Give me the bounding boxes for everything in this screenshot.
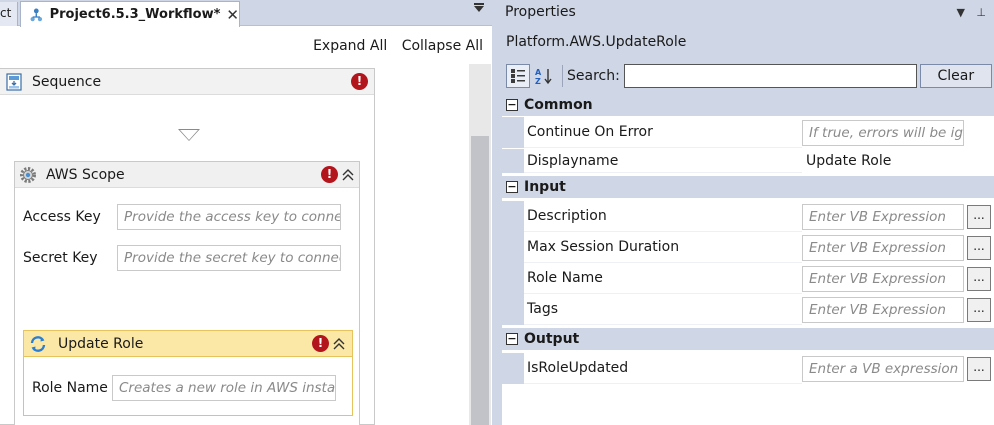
max-session-duration-input[interactable]: Enter VB Expression xyxy=(802,234,964,261)
tab-dropdown-icon[interactable] xyxy=(474,6,484,12)
aws-scope-title: AWS Scope xyxy=(46,166,125,183)
gear-icon xyxy=(20,166,36,183)
category-output[interactable]: − Output xyxy=(502,328,994,350)
access-key-input[interactable]: Provide the access key to connect xyxy=(117,204,341,230)
collapse-minus-icon[interactable]: − xyxy=(506,181,518,193)
sequence-activity[interactable]: Sequence ! AWS Scope ! Access Key Provid… xyxy=(0,68,375,425)
panel-dropdown-icon[interactable]: ▼ xyxy=(956,6,964,19)
sequence-icon xyxy=(6,72,22,91)
pin-icon[interactable]: ⊥ xyxy=(976,6,986,19)
property-name: Max Session Duration xyxy=(524,232,802,263)
property-name: Tags xyxy=(524,294,802,325)
collapse-chevron-icon[interactable] xyxy=(332,336,346,352)
panel-splitter[interactable] xyxy=(492,0,502,425)
svg-text:A: A xyxy=(535,68,542,77)
role-name-ellipsis-button[interactable]: ... xyxy=(967,266,991,291)
tags-ellipsis-button[interactable]: ... xyxy=(967,297,991,322)
property-row-displayname: Displayname Update Role xyxy=(502,149,994,173)
category-label: Output xyxy=(524,331,580,347)
property-row-is-role-updated: IsRoleUpdated Enter a VB expression ... xyxy=(502,353,994,384)
continue-on-error-input[interactable]: If true, errors will be ignored xyxy=(802,119,964,146)
property-name: Displayname xyxy=(524,149,802,173)
property-row-tags: Tags Enter VB Expression ... xyxy=(502,294,994,325)
close-icon[interactable]: ✕ xyxy=(226,6,239,24)
role-name-input[interactable]: Creates a new role in AWS instance xyxy=(112,375,336,401)
access-key-label: Access Key xyxy=(23,209,101,225)
drop-target-arrow-icon[interactable] xyxy=(178,129,200,141)
description-ellipsis-button[interactable]: ... xyxy=(967,204,991,229)
aws-scope-header[interactable]: AWS Scope ! xyxy=(15,162,359,188)
properties-panel-title: Properties xyxy=(505,4,576,20)
properties-toolbar: A Z Search: Clear xyxy=(506,62,994,90)
role-name-row: Role Name Creates a new role in AWS inst… xyxy=(32,375,336,401)
property-grid: − Common Continue On Error If true, erro… xyxy=(502,94,994,425)
sequence-header[interactable]: Sequence ! xyxy=(0,69,374,95)
description-input[interactable]: Enter VB Expression xyxy=(802,203,964,230)
property-name: Continue On Error xyxy=(524,117,802,148)
property-name: Description xyxy=(524,201,802,232)
secret-key-label: Secret Key xyxy=(23,250,98,266)
category-label: Common xyxy=(524,97,593,113)
categorized-icon xyxy=(511,69,525,83)
expand-all-link[interactable]: Expand All xyxy=(313,38,387,54)
clear-button[interactable]: Clear xyxy=(919,64,992,88)
category-common[interactable]: − Common xyxy=(502,94,994,116)
property-row-description: Description Enter VB Expression ... xyxy=(502,201,994,232)
update-role-header[interactable]: Update Role ! xyxy=(24,331,352,357)
refresh-icon xyxy=(30,335,46,352)
svg-text:Z: Z xyxy=(535,77,541,85)
workflow-icon xyxy=(30,8,43,21)
tags-input[interactable]: Enter VB Expression xyxy=(802,296,964,323)
displayname-value[interactable]: Update Role xyxy=(802,153,891,169)
search-label: Search: xyxy=(567,68,620,84)
document-tab-bar: ct Project6.5.3_Workflow* ✕ xyxy=(0,0,492,27)
categorized-view-button[interactable] xyxy=(506,64,530,88)
tab-project-workflow[interactable]: Project6.5.3_Workflow* ✕ xyxy=(20,1,240,27)
aws-scope-activity[interactable]: AWS Scope ! Access Key Provide the acces… xyxy=(14,161,360,425)
activity-type-name: Platform.AWS.UpdateRole xyxy=(506,34,687,50)
property-row-role-name: Role Name Enter VB Expression ... xyxy=(502,263,994,294)
role-name-property-input[interactable]: Enter VB Expression xyxy=(802,265,964,292)
collapse-minus-icon[interactable]: − xyxy=(506,99,518,111)
property-name: Role Name xyxy=(524,263,802,294)
error-icon[interactable]: ! xyxy=(321,166,338,183)
property-row-max-session-duration: Max Session Duration Enter VB Expression… xyxy=(502,232,994,263)
secret-key-input[interactable]: Provide the secret key to connect xyxy=(117,245,341,271)
role-name-label: Role Name xyxy=(32,380,108,396)
collapse-chevron-icon[interactable] xyxy=(341,167,355,183)
properties-panel: Properties ▼ ⊥ Platform.AWS.UpdateRole A… xyxy=(502,0,994,425)
access-key-row: Access Key Provide the access key to con… xyxy=(23,204,341,230)
error-icon[interactable]: ! xyxy=(312,335,329,352)
update-role-title: Update Role xyxy=(58,335,144,352)
error-icon[interactable]: ! xyxy=(351,73,368,90)
category-input[interactable]: − Input xyxy=(502,176,994,198)
secret-key-row: Secret Key Provide the secret key to con… xyxy=(23,245,341,271)
collapse-minus-icon[interactable]: − xyxy=(506,333,518,345)
tab-previous-document[interactable]: ct xyxy=(0,2,18,26)
designer-toolbar: Expand All Collapse All xyxy=(303,38,483,54)
panel-controls: ▼ ⊥ xyxy=(948,6,986,19)
is-role-updated-input[interactable]: Enter a VB expression xyxy=(802,355,964,382)
alphabetical-view-button[interactable]: A Z xyxy=(532,64,556,88)
workflow-designer: ct Project6.5.3_Workflow* ✕ Expand All C… xyxy=(0,0,492,425)
sequence-title: Sequence xyxy=(32,73,102,90)
toolbar-separator xyxy=(562,65,563,87)
max-session-duration-ellipsis-button[interactable]: ... xyxy=(967,235,991,260)
update-role-activity[interactable]: Update Role ! Role Name Creates a new ro… xyxy=(23,330,353,416)
sort-alphabetical-icon: A Z xyxy=(535,68,552,85)
search-input[interactable] xyxy=(623,64,917,88)
property-row-continue-on-error: Continue On Error If true, errors will b… xyxy=(502,117,994,148)
is-role-updated-ellipsis-button[interactable]: ... xyxy=(967,356,991,381)
collapse-all-link[interactable]: Collapse All xyxy=(402,38,483,54)
property-name: IsRoleUpdated xyxy=(524,353,802,384)
tab-menu-bar xyxy=(474,3,484,5)
vertical-scrollbar-thumb[interactable] xyxy=(471,136,489,425)
category-label: Input xyxy=(524,179,566,195)
tab-title: Project6.5.3_Workflow* xyxy=(49,7,221,22)
